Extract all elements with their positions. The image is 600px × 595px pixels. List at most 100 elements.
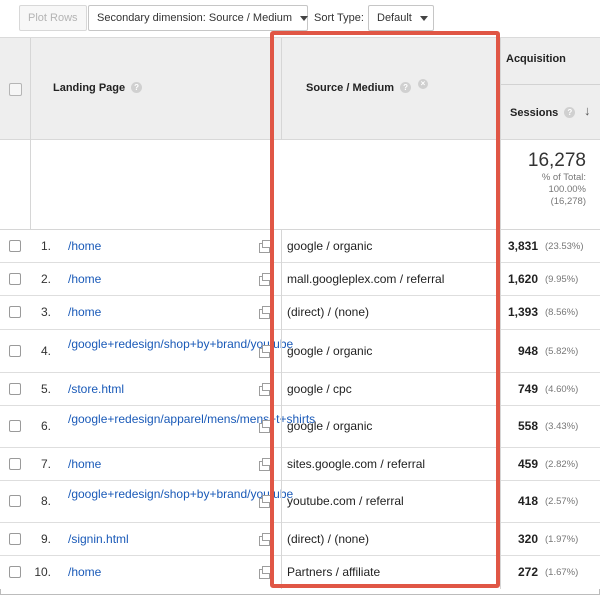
help-icon[interactable]: ? <box>400 82 412 93</box>
chevron-down-icon <box>419 15 428 21</box>
sort-type-dropdown[interactable]: Default <box>368 5 434 31</box>
row-checkbox[interactable] <box>9 273 21 285</box>
landing-page-link[interactable]: /store.html <box>68 382 258 396</box>
row-checkbox[interactable] <box>9 495 21 507</box>
row-checkbox[interactable] <box>9 533 21 545</box>
landing-page-link[interactable]: /home <box>68 239 258 253</box>
secondary-dimension-dropdown[interactable]: Secondary dimension: Source / Medium <box>88 5 309 31</box>
landing-page-header-label: Landing Page <box>53 82 126 94</box>
row-number: 2. <box>40 272 51 286</box>
landing-page-link[interactable]: /google+redesign/apparel/mens/mens+t+shi… <box>68 412 315 426</box>
source-medium-cell: (direct) / (none) <box>287 532 370 546</box>
total-pct-value: 100.00% <box>548 184 586 195</box>
remove-dimension-icon[interactable]: × <box>418 79 428 89</box>
external-link-icon[interactable] <box>259 495 271 508</box>
acquisition-header: Acquisition <box>506 53 566 65</box>
row-number: 3. <box>40 305 51 319</box>
landing-page-link[interactable]: /home <box>68 305 258 319</box>
sessions-value: 418 <box>517 494 538 508</box>
table-row: 9. /signin.html (direct) / (none) 320 (1… <box>0 523 600 556</box>
sessions-percent: (23.53%) <box>545 241 584 252</box>
landing-page-link[interactable]: /signin.html <box>68 532 258 546</box>
landing-page-link[interactable]: /home <box>68 565 258 579</box>
sessions-percent: (2.82%) <box>545 459 579 470</box>
row-number: 9. <box>40 532 51 546</box>
source-medium-cell: sites.google.com / referral <box>287 457 426 471</box>
sessions-percent: (2.57%) <box>545 496 579 507</box>
row-checkbox[interactable] <box>9 306 21 318</box>
external-link-icon[interactable] <box>259 383 271 396</box>
total-count: (16,278) <box>550 196 586 207</box>
table-row: 1. /home google / organic 3,831 (23.53%) <box>0 230 600 263</box>
total-pct-label: % of Total: <box>541 172 586 183</box>
external-link-icon[interactable] <box>259 273 271 286</box>
row-number: 8. <box>40 494 51 508</box>
external-link-icon[interactable] <box>259 240 271 253</box>
source-medium-cell: google / organic <box>287 239 373 253</box>
sessions-percent: (4.60%) <box>545 384 579 395</box>
sort-type-label: Sort Type: <box>314 12 364 24</box>
external-link-icon[interactable] <box>259 420 271 433</box>
sessions-value: 1,620 <box>507 272 538 286</box>
row-checkbox[interactable] <box>9 458 21 470</box>
sessions-value: 558 <box>517 419 538 433</box>
totals-row <box>0 140 600 230</box>
help-icon[interactable]: ? <box>131 82 143 93</box>
table-row: 3. /home (direct) / (none) 1,393 (8.56%) <box>0 296 600 330</box>
sessions-percent: (8.56%) <box>545 307 579 318</box>
sessions-value: 320 <box>517 532 538 546</box>
landing-page-header[interactable]: Landing Page? <box>53 82 143 94</box>
sessions-value: 948 <box>517 344 538 358</box>
row-checkbox[interactable] <box>9 345 21 357</box>
sessions-header[interactable]: Sessions? <box>510 107 576 119</box>
sessions-value: 1,393 <box>507 305 538 319</box>
help-icon[interactable]: ? <box>564 107 576 118</box>
sessions-percent: (1.97%) <box>545 534 579 545</box>
chevron-down-icon <box>300 15 309 21</box>
landing-page-link[interactable]: /home <box>68 457 258 471</box>
sessions-value: 749 <box>517 382 538 396</box>
source-medium-header[interactable]: Source / Medium? <box>306 82 412 94</box>
select-all-checkbox[interactable] <box>9 83 22 96</box>
row-number: 5. <box>40 382 51 396</box>
plot-rows-button[interactable]: Plot Rows <box>19 5 87 31</box>
external-link-icon[interactable] <box>259 533 271 546</box>
sessions-percent: (5.82%) <box>545 346 579 357</box>
sort-type-value: Default <box>377 12 412 24</box>
landing-page-link[interactable]: /home <box>68 272 258 286</box>
row-number: 4. <box>40 344 51 358</box>
column-divider <box>281 38 282 140</box>
secondary-dimension-label: Secondary dimension: Source / Medium <box>97 12 293 24</box>
source-medium-cell: (direct) / (none) <box>287 305 370 319</box>
landing-page-link[interactable]: /google+redesign/shop+by+brand/youtube <box>68 487 293 501</box>
row-checkbox[interactable] <box>9 240 21 252</box>
table-toolbar: Plot Rows Secondary dimension: Source / … <box>0 0 600 38</box>
sessions-value: 459 <box>517 457 538 471</box>
total-sessions-value: 16,278 <box>527 150 586 171</box>
table-row: 7. /home sites.google.com / referral 459… <box>0 448 600 481</box>
source-medium-header-label: Source / Medium <box>306 82 395 94</box>
row-number: 7. <box>40 457 51 471</box>
source-medium-cell: youtube.com / referral <box>287 494 404 508</box>
sort-descending-icon[interactable]: ↓ <box>584 103 591 118</box>
sessions-value: 3,831 <box>507 239 538 253</box>
row-checkbox[interactable] <box>9 420 21 432</box>
external-link-icon[interactable] <box>259 345 271 358</box>
external-link-icon[interactable] <box>259 566 271 579</box>
column-divider <box>500 230 501 589</box>
landing-page-link[interactable]: /google+redesign/shop+by+brand/youtube <box>68 337 293 351</box>
table-row: 8. /google+redesign/shop+by+brand/youtub… <box>0 481 600 523</box>
external-link-icon[interactable] <box>259 306 271 319</box>
row-checkbox[interactable] <box>9 566 21 578</box>
sessions-header-label: Sessions <box>510 107 559 119</box>
row-number: 1. <box>40 239 51 253</box>
table-row: 6. /google+redesign/apparel/mens/mens+t+… <box>0 406 600 448</box>
external-link-icon[interactable] <box>259 458 271 471</box>
sessions-percent: (9.95%) <box>545 274 579 285</box>
table-row: 4. /google+redesign/shop+by+brand/youtub… <box>0 330 600 373</box>
column-divider <box>281 230 282 589</box>
row-checkbox[interactable] <box>9 383 21 395</box>
table-row: 5. /store.html google / cpc 749 (4.60%) <box>0 373 600 406</box>
row-number: 10. <box>34 565 51 579</box>
source-medium-cell: google / organic <box>287 419 373 433</box>
